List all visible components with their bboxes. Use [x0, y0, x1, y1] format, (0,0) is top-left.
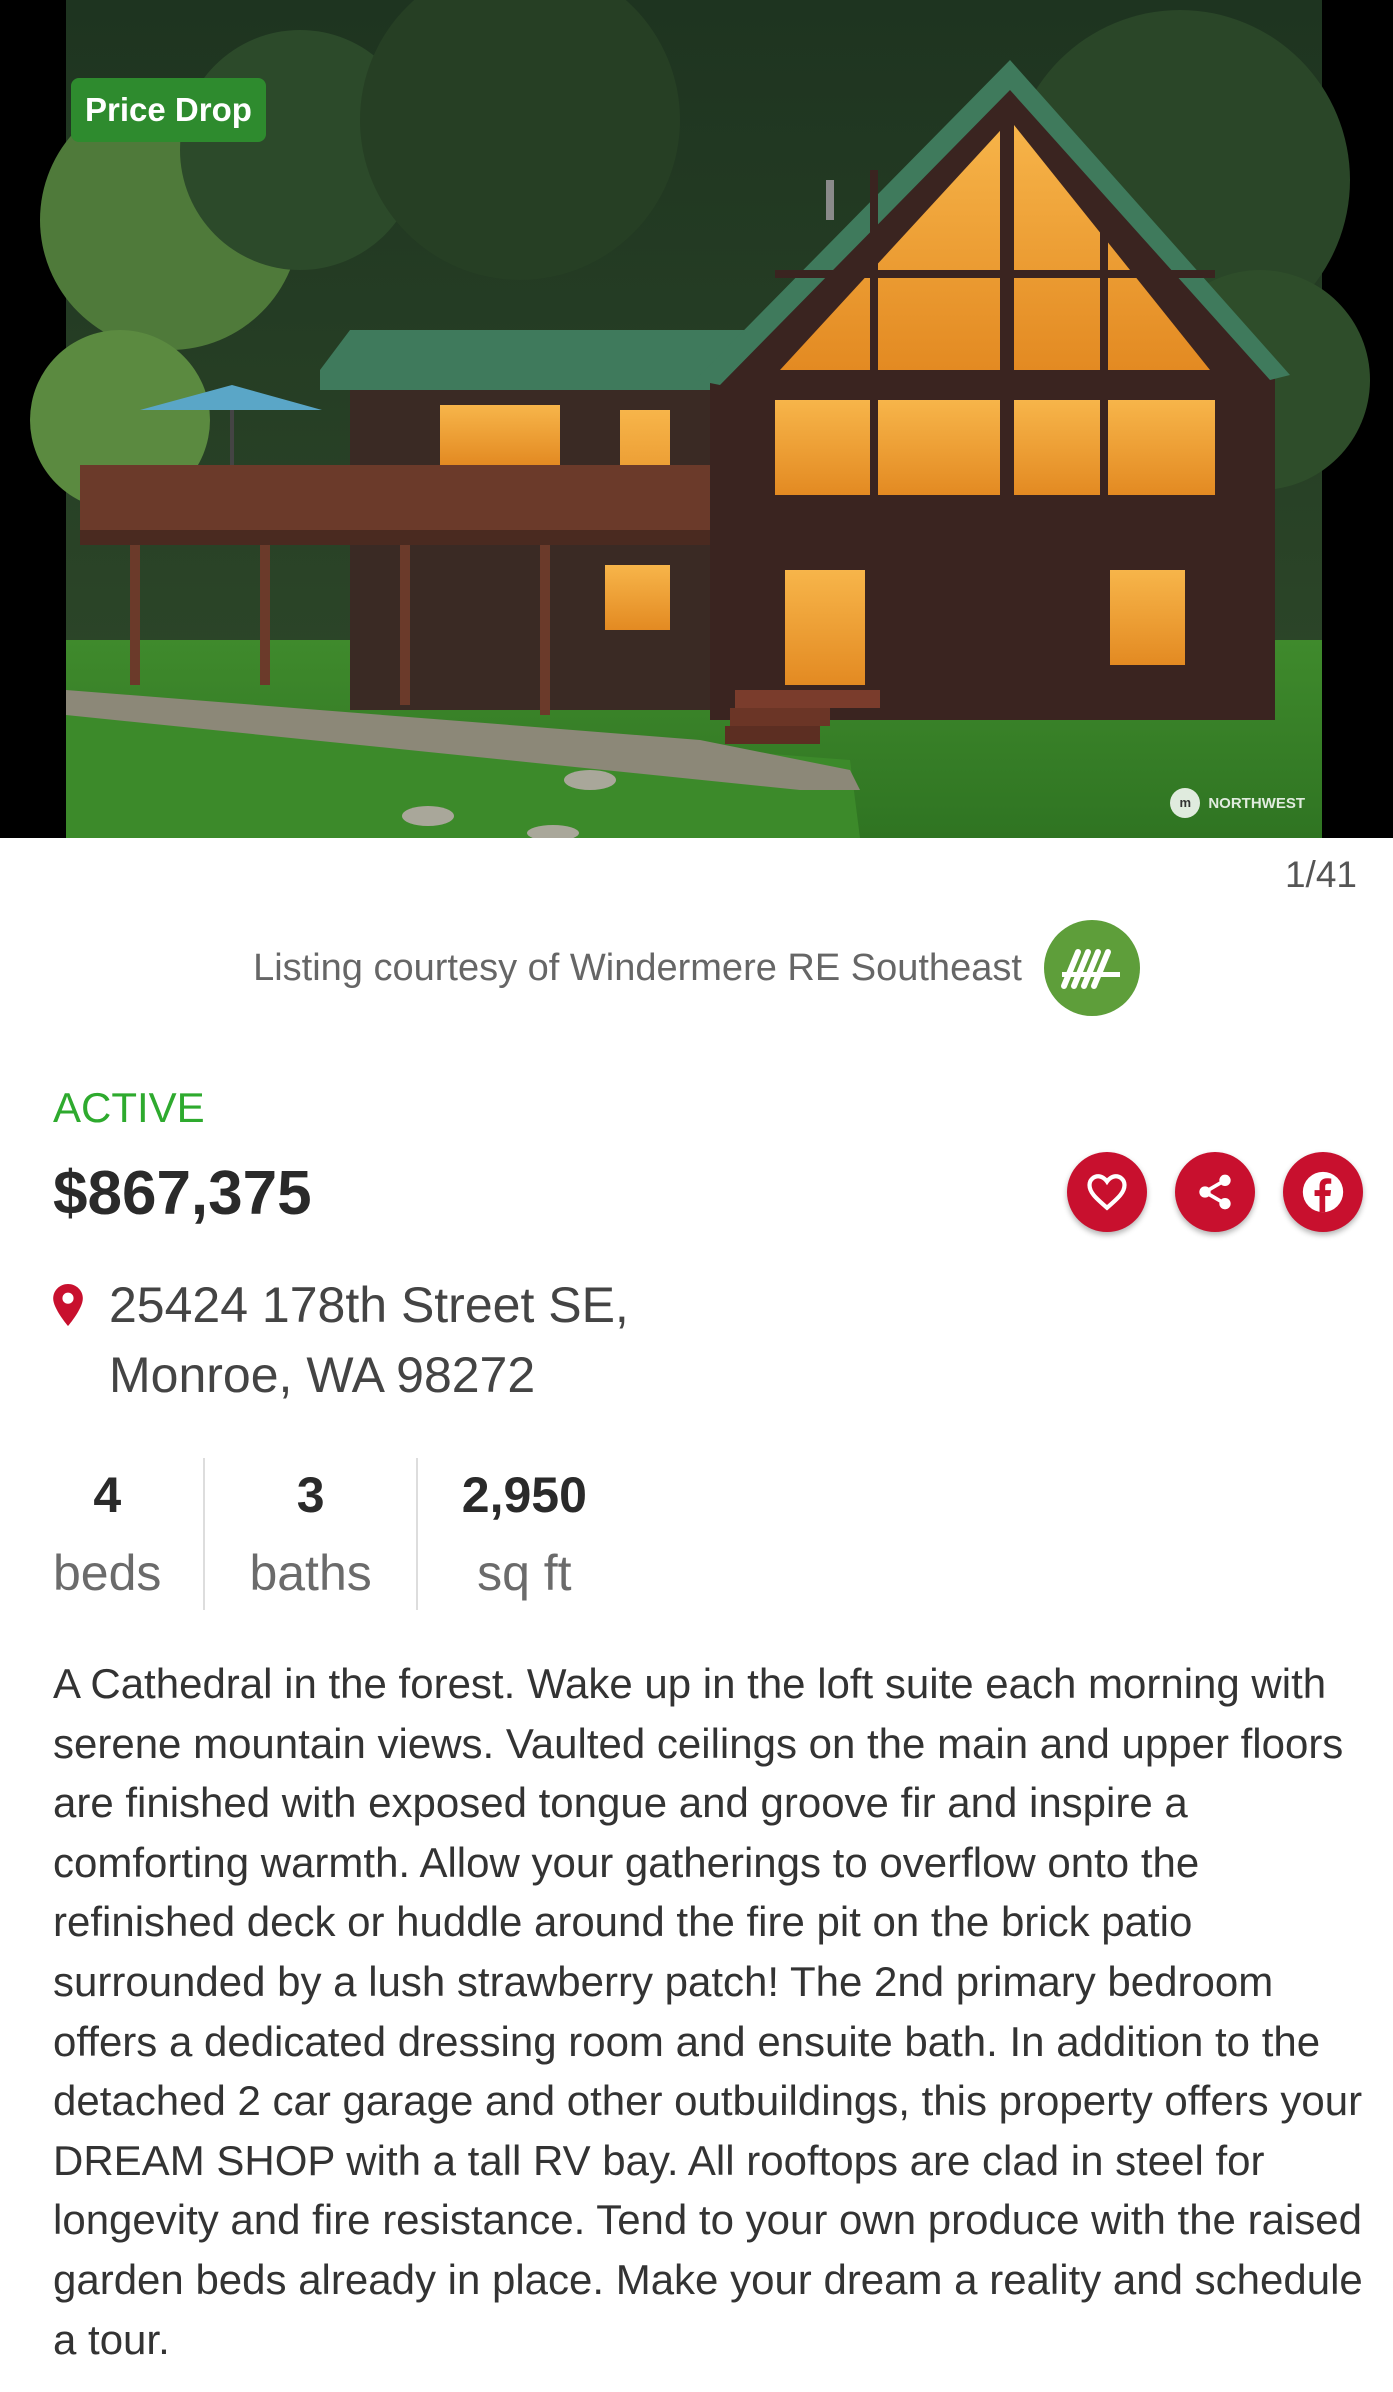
- stat-beds: 4 beds: [53, 1458, 203, 1610]
- listing-status: ACTIVE: [53, 1084, 205, 1131]
- beds-label: beds: [53, 1545, 162, 1601]
- listing-page: Price Drop m NORTHWEST 1/41 Listing cour…: [0, 0, 1393, 2392]
- courtesy-text: Listing courtesy of Windermere RE Southe…: [253, 946, 1022, 989]
- nwmls-logo-icon: m: [1170, 788, 1201, 818]
- address-city: Monroe, WA 98272: [109, 1347, 536, 1403]
- stat-baths: 3 baths: [205, 1458, 415, 1610]
- listing-description: A Cathedral in the forest. Wake up in th…: [53, 1660, 1363, 2363]
- listing-actions: [1067, 1152, 1363, 1232]
- baths-value: 3: [296, 1467, 325, 1523]
- windermere-logo-icon: [1043, 920, 1140, 1016]
- photo-counter: 1/41: [1284, 854, 1357, 895]
- listing-stats: 4 beds 3 baths 2,950 sq ft: [53, 1458, 587, 1610]
- heart-icon: [1087, 1174, 1127, 1211]
- favorite-button[interactable]: [1067, 1152, 1147, 1232]
- mls-watermark-text: NORTHWEST: [1208, 794, 1305, 812]
- listing-courtesy: Listing courtesy of Windermere RE Southe…: [0, 920, 1393, 1016]
- share-button[interactable]: [1175, 1152, 1255, 1232]
- sqft-value: 2,950: [461, 1467, 587, 1523]
- baths-label: baths: [249, 1545, 372, 1601]
- sqft-label: sq ft: [477, 1545, 572, 1601]
- address-street: 25424 178th Street SE,: [109, 1277, 629, 1333]
- price-drop-badge: Price Drop: [71, 78, 266, 142]
- listing-price: $867,375: [53, 1159, 312, 1228]
- map-pin-icon: [53, 1284, 83, 1326]
- beds-value: 4: [93, 1467, 122, 1523]
- facebook-share-button[interactable]: [1283, 1152, 1363, 1232]
- listing-address: 25424 178th Street SE, Monroe, WA 98272: [53, 1270, 629, 1410]
- stat-sqft: 2,950 sq ft: [418, 1458, 587, 1610]
- share-icon: [1199, 1174, 1231, 1210]
- facebook-icon: [1302, 1171, 1344, 1213]
- listing-photo[interactable]: Price Drop m NORTHWEST: [0, 0, 1393, 838]
- mls-watermark: m NORTHWEST: [1170, 788, 1305, 818]
